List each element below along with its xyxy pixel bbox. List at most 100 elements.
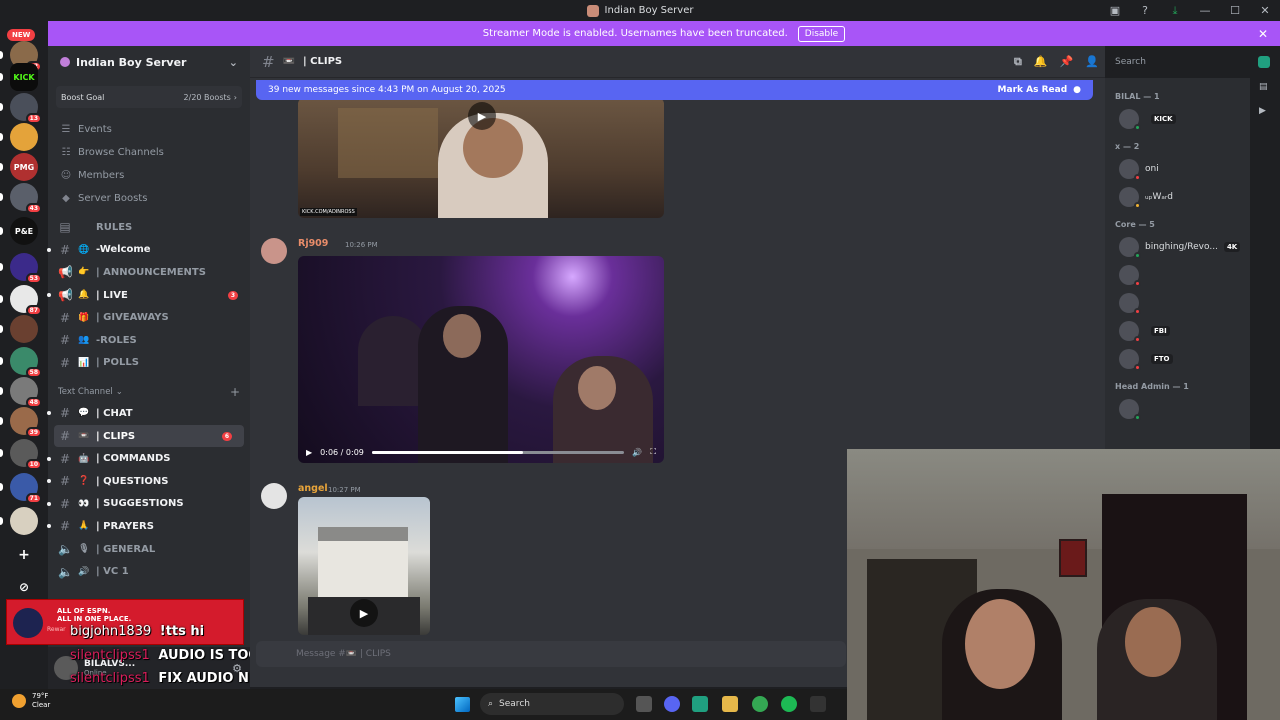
mention-badge: 10 [25,459,42,470]
server-icon[interactable] [10,123,38,151]
maximize-button[interactable]: ☐ [1220,4,1250,17]
channel-item[interactable]: ▤ RULES [48,216,250,239]
nav-item-server-boosts[interactable]: ◆ Server Boosts [48,187,250,210]
channel-item[interactable]: 🔈 🔊 | VC 1 [48,560,250,583]
inbox-icon[interactable]: ▣ [1100,4,1130,17]
server-icon[interactable]: 39 [10,407,42,438]
member-item[interactable]: binghing/Revo... 4K [1119,236,1249,259]
app-icon[interactable] [1258,56,1270,68]
play-button[interactable]: ▶ [468,102,496,130]
nav-item-members[interactable]: ☺ Members [48,164,250,187]
add-server-icon[interactable]: + [10,541,38,569]
message-author[interactable]: Rj909 [298,238,328,249]
channel-item[interactable]: # 🎁 | GIVEAWAYS [48,306,250,329]
nav-item-browse-channels[interactable]: ☷ Browse Channels [48,141,250,164]
member-item[interactable] [1119,264,1249,287]
category-text-channel[interactable]: Text Channel ⌄ + [48,382,250,402]
server-icon[interactable]: 87 [10,285,42,316]
channel-item[interactable]: # 💬 | CHAT [47,402,250,425]
close-icon[interactable]: ✕ [1258,27,1268,41]
help-icon[interactable]: ? [1130,4,1160,17]
member-item[interactable]: FTO [1119,348,1249,371]
member-name: ᵤₚWₐᵣd [1145,192,1173,202]
channel-item[interactable]: # 🙏 | PRAYERS [47,515,250,538]
boost-goal[interactable]: Boost Goal 2/20 Boosts › [56,86,242,108]
server-icon[interactable]: 71 [10,473,42,504]
channel-name: | GIVEAWAYS [96,312,169,324]
server-icon[interactable] [10,315,38,343]
unread-pill [0,263,3,271]
play-button[interactable]: ▶ [350,599,378,627]
message-input[interactable]: Message #📼 | CLIPS [256,641,846,667]
video-embed[interactable]: ▶ KICK.COM/ADINROSS [298,98,664,218]
avatar [1119,349,1141,371]
threads-icon[interactable]: ⧉ [1014,55,1022,69]
server-icon[interactable]: 48 [10,377,42,408]
minimize-button[interactable]: — [1190,4,1220,17]
member-item[interactable]: FBI [1119,320,1249,343]
video-player[interactable]: ▶ 0:06 / 0:09 🔊 ⛶ [298,256,664,463]
game-icon[interactable] [810,696,826,712]
add-channel-icon[interactable]: + [230,385,240,399]
new-messages-bar[interactable]: 39 new messages since 4:43 PM on August … [256,80,1093,100]
channel-item[interactable]: # ❓ | QUESTIONS [47,470,250,493]
list-icon[interactable]: ▤ [1259,82,1268,92]
server-icon[interactable]: 53 [10,253,42,284]
guild-header[interactable]: Indian Boy Server ⌄ [48,46,250,78]
task-view-icon[interactable] [636,696,652,712]
play-icon[interactable]: ▶ [306,448,312,457]
member-list-icon[interactable]: 👤 [1085,55,1099,69]
close-button[interactable]: ✕ [1250,4,1280,17]
channel-item[interactable]: # 📼 | CLIPS 6 [54,424,244,448]
avatar[interactable] [261,483,287,509]
speaker-icon: 🔈 [58,542,73,557]
pin-icon[interactable]: 📌 [1060,55,1074,69]
unread-pill [0,73,3,81]
channel-item[interactable]: # 🤖 | COMMANDS [47,447,250,470]
channel-item[interactable]: # 📊 | POLLS [48,352,250,375]
play-icon[interactable]: ▶ [1259,106,1266,116]
taskbar-search[interactable]: ⌕ Search [480,693,624,715]
member-item[interactable]: KICK [1119,108,1249,131]
app-icon[interactable] [692,696,708,712]
notification-bell-icon[interactable]: 🔔 [1034,55,1048,69]
boost-count: 2/20 Boosts [183,92,231,102]
volume-icon[interactable]: 🔊 [632,448,642,457]
server-icon[interactable]: KICK [10,63,38,91]
weather-widget[interactable]: 79°F Clear [12,692,50,710]
file-explorer-icon[interactable] [722,696,738,712]
server-icon[interactable] [10,507,38,535]
server-icon[interactable]: PMG [10,153,38,181]
download-icon[interactable]: ⤓ [1160,4,1190,18]
member-item[interactable]: oni [1119,158,1249,181]
unread-pill [0,103,3,111]
member-item[interactable] [1119,398,1249,421]
avatar[interactable] [261,238,287,264]
channel-item[interactable]: # 👀 | SUGGESTIONS [47,493,250,516]
server-icon[interactable]: 13 [10,93,42,124]
channel-item[interactable]: 🔈 🎙 | GENERAL [48,538,250,561]
member-item[interactable] [1119,292,1249,315]
chrome-icon[interactable] [752,696,768,712]
server-icon[interactable]: 10 [10,439,42,470]
server-icon[interactable]: 43 [10,183,42,214]
windows-start-icon[interactable] [455,697,470,712]
channel-item[interactable]: # 🌐 -Welcome [47,239,250,262]
video-embed[interactable]: ▶ [298,497,430,635]
server-icon[interactable]: 58 [10,347,42,378]
disable-button[interactable]: Disable [797,25,846,42]
message-author[interactable]: angel [298,483,328,494]
wall-frame [1059,539,1087,577]
fullscreen-icon[interactable]: ⛶ [650,447,656,457]
nav-item-events[interactable]: ☰ Events [48,118,250,141]
spotify-icon[interactable] [781,696,797,712]
member-item[interactable]: ᵤₚWₐᵣd [1119,186,1249,209]
video-progress-bar[interactable] [371,450,625,454]
server-icon[interactable]: P&E [10,217,38,245]
channel-item[interactable]: 📢 👉 | ANNOUNCEMENTS [48,261,250,284]
discord-icon[interactable] [664,696,680,712]
mark-as-read-button[interactable]: Mark As Read [998,85,1068,95]
channel-item[interactable]: # 👥 -ROLES [48,329,250,352]
channel-item[interactable]: 📢 🔔 | LIVE 3 [47,284,250,307]
discover-icon[interactable]: ⊘ [10,573,38,601]
